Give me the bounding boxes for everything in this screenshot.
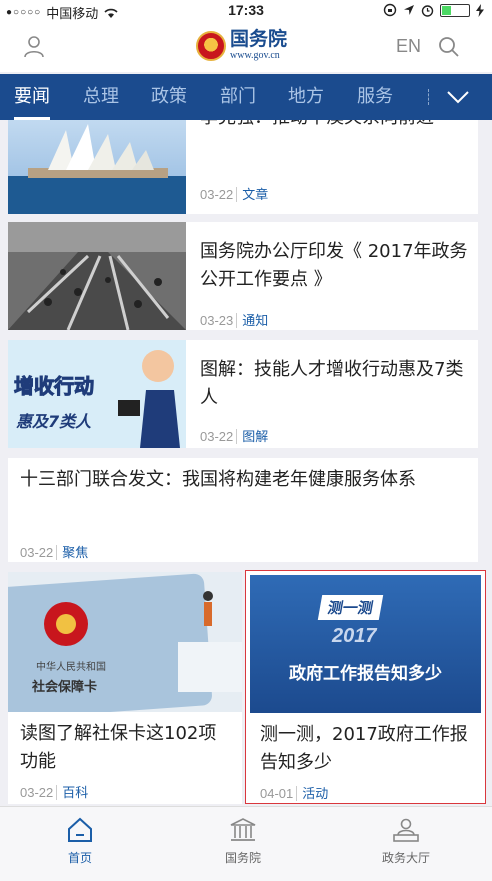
status-bar: ●○○○○ 中国移动 17:33 xyxy=(0,0,492,22)
article-meta: 03-23 通知 xyxy=(200,310,269,329)
nav-divider xyxy=(428,89,429,105)
tab-service-hall[interactable]: 政务大厅 xyxy=(356,817,456,866)
service-hall-icon xyxy=(393,818,419,842)
logo-url: www.gov.cn xyxy=(230,50,280,61)
article-date: 03-22 xyxy=(20,545,54,560)
news-card-highlighted[interactable]: 测一测 2017 政府工作报告知多少 测一测，2017政府工作报告知多少 04-… xyxy=(245,570,486,804)
channel-nav: 要闻 总理 政策 部门 地方 服务 xyxy=(0,74,492,120)
home-icon xyxy=(68,817,92,842)
article-meta: 04-01 活动 xyxy=(260,783,329,802)
skills-infographic-image: 增收行动 惠及7类人 xyxy=(8,340,186,448)
article-title: 十三部门联合发文：我国将构建老年健康服务体系 xyxy=(20,469,416,490)
tab-policy[interactable]: 政策 xyxy=(151,74,187,120)
article-tag: 活动 xyxy=(296,786,329,801)
news-card[interactable]: 中华人民共和国 社会保障卡 读图了解社保卡这102项功能 03-22 百科 xyxy=(8,572,242,804)
social-security-card-image: 中华人民共和国 社会保障卡 xyxy=(8,572,242,712)
tab-departments[interactable]: 部门 xyxy=(220,74,256,120)
tab-premier[interactable]: 总理 xyxy=(83,74,119,120)
user-icon[interactable] xyxy=(22,34,46,58)
article-meta: 03-22 百科 xyxy=(20,782,89,801)
tab-service-hall-label: 政务大厅 xyxy=(381,851,430,865)
article-date: 03-22 xyxy=(20,785,54,800)
tab-services[interactable]: 服务 xyxy=(357,74,393,120)
app-header: 国务院 www.gov.cn EN xyxy=(0,22,492,72)
article-date: 03-23 xyxy=(200,313,234,328)
language-toggle[interactable]: EN xyxy=(396,36,421,57)
news-card[interactable]: 李克强：推动中澳关系向前进 03-22文章 xyxy=(8,120,478,214)
tab-state-council-label: 国务院 xyxy=(224,851,261,865)
alarm-icon xyxy=(421,4,434,17)
national-emblem-icon xyxy=(196,30,226,61)
bottom-tab-bar: 首页 国务院 政务大厅 xyxy=(0,806,492,881)
article-date: 04-01 xyxy=(260,786,294,801)
tab-home-label: 首页 xyxy=(67,851,92,865)
logo-title: 国务院 xyxy=(230,29,288,50)
article-date: 03-22 xyxy=(200,187,234,202)
article-meta: 03-22 文章 xyxy=(200,184,269,203)
article-tag: 通知 xyxy=(236,313,269,328)
quiz-banner-text: 政府工作报告知多少 xyxy=(289,664,442,684)
charging-icon xyxy=(476,3,484,17)
quiz-badge: 测一测 xyxy=(317,595,384,620)
quiz-year: 2017 xyxy=(332,625,377,647)
article-title: 读图了解社保卡这102项功能 xyxy=(20,723,217,772)
article-title: 测一测，2017政府工作报告知多少 xyxy=(260,724,468,773)
article-title: 李克强：推动中澳关系向前进 xyxy=(200,120,468,132)
search-icon[interactable] xyxy=(438,36,460,58)
card-text-1: 中华人民共和国 xyxy=(36,662,106,673)
location-icon xyxy=(404,5,414,15)
card-text-2: 社会保障卡 xyxy=(32,680,98,695)
news-card[interactable]: 增收行动 惠及7类人 图解：技能人才增收行动惠及7类人 03-22 图解 xyxy=(8,340,478,448)
building-icon xyxy=(230,818,256,841)
infographic-text-2: 惠及7类人 xyxy=(16,412,92,431)
battery-icon xyxy=(440,3,470,17)
article-date: 03-22 xyxy=(200,429,234,444)
chevron-down-icon[interactable] xyxy=(445,84,471,110)
article-tag: 百科 xyxy=(56,785,89,800)
rotation-lock-icon xyxy=(383,3,397,17)
tab-home[interactable]: 首页 xyxy=(30,817,130,866)
article-meta: 03-22 图解 xyxy=(200,426,269,445)
news-feed: 李克强：推动中澳关系向前进 03-22文章 国务院办公厅印发《 2017年政务公… xyxy=(0,120,492,806)
tab-local[interactable]: 地方 xyxy=(288,74,324,120)
news-card[interactable]: 国务院办公厅印发《 2017年政务公开工作要点 》 03-23 通知 xyxy=(8,222,478,330)
opera-house-image xyxy=(8,120,186,214)
office-hall-image xyxy=(8,222,186,330)
article-meta: 03-22 聚焦 xyxy=(20,542,89,561)
article-title: 国务院办公厅印发《 2017年政务公开工作要点 》 xyxy=(200,241,468,290)
gov-logo[interactable]: 国务院 www.gov.cn xyxy=(196,30,287,61)
article-tag: 图解 xyxy=(236,429,269,444)
article-tag: 聚焦 xyxy=(56,545,89,560)
article-title: 图解：技能人才增收行动惠及7类人 xyxy=(200,359,464,408)
tab-news[interactable]: 要闻 xyxy=(14,74,50,120)
article-tag: 文章 xyxy=(236,187,269,202)
infographic-text-1: 增收行动 xyxy=(14,374,95,399)
news-card[interactable]: 十三部门联合发文：我国将构建老年健康服务体系 03-22 聚焦 xyxy=(8,458,478,562)
tab-state-council[interactable]: 国务院 xyxy=(193,817,293,866)
quiz-banner-image: 测一测 2017 政府工作报告知多少 xyxy=(250,575,481,713)
